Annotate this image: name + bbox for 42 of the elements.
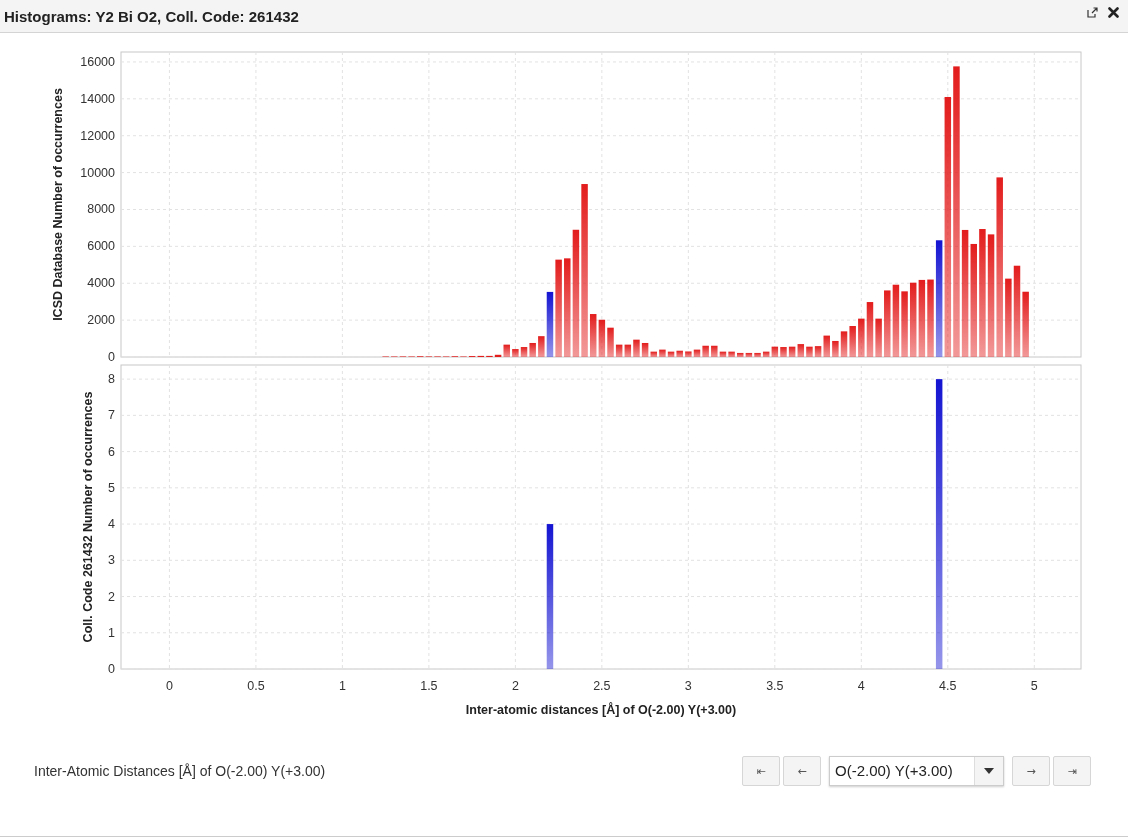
last-button[interactable]: ⇥ [1053,756,1091,786]
tick-label: 4 [108,517,115,532]
tick-label: 16000 [80,54,115,69]
tick-label: 6 [108,444,115,459]
axis-label: Inter-atomic distances [Å] of O(-2.00) Y(+3.00) [465,703,737,717]
selector-dropdown[interactable]: O(-2.00) Y(+3.00) [829,756,1004,786]
axis-label: ICSD Database Number of occurrences [51,88,65,321]
tick-label: 4.5 [939,679,957,693]
tick-label: 0.5 [247,679,265,693]
tick-label: 2000 [87,313,115,328]
caption-text: Inter-Atomic Distances [Å] of O(-2.00) Y(+3.00) [34,763,326,779]
tick-label: 1.5 [420,679,438,693]
tick-label: 0 [108,350,115,361]
caret-icon [984,768,994,774]
tick-label: 7 [108,408,115,423]
popout-icon[interactable] [1087,6,1098,18]
tick-label: 5 [108,480,115,495]
window-title: Histograms: Y2 Bi O2, Coll. Code: 261432 [4,7,299,25]
tick-label: 0 [165,679,173,693]
tick-label: 3.5 [766,679,784,693]
tick-label: 4 [857,679,865,693]
next-button[interactable]: → [1012,756,1050,786]
tick-label: 1 [338,679,346,693]
tick-label: 3 [108,553,115,568]
previous-button[interactable]: ← [783,756,821,786]
tick-label: 6000 [87,239,115,254]
tick-label: 10000 [80,165,115,180]
tick-label: 2 [108,589,115,604]
tick-label: 8 [108,372,115,387]
tick-label: 8000 [87,202,115,217]
tick-label: 4000 [87,276,115,291]
close-icon[interactable] [1108,6,1119,18]
tick-label: 14000 [80,91,115,106]
tick-label: 5 [1030,679,1038,693]
first-button[interactable]: ⇤ [742,756,780,786]
tick-label: 1 [108,625,115,640]
tick-label: 2 [511,679,519,693]
tick-label: 2.5 [593,679,611,693]
tick-label: 0 [108,662,115,676]
tick-label: 12000 [80,128,115,143]
axis-label: Coll. Code 261432 Number of occurrences [81,391,95,643]
tick-label: 3 [684,679,692,693]
